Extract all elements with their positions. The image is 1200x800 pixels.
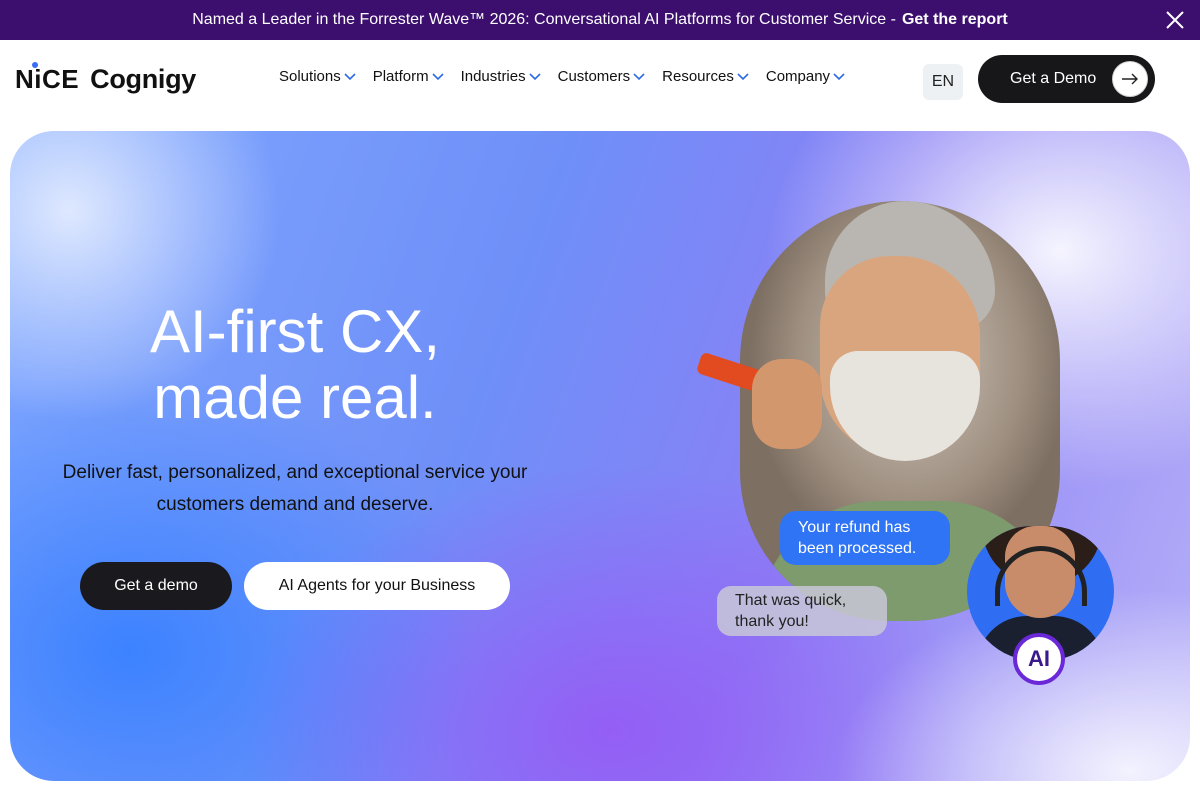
user-message-bubble: That was quick, thank you! (717, 586, 887, 636)
bot-message-bubble: Your refund has been processed. (780, 511, 950, 565)
chevron-down-icon (633, 72, 645, 80)
logo-nice: NiCE (15, 61, 80, 94)
chevron-down-icon (737, 72, 749, 80)
language-selector[interactable]: EN (923, 64, 963, 100)
nav-customers[interactable]: Customers (558, 68, 646, 85)
chevron-down-icon (432, 72, 444, 80)
ai-badge: AI (1013, 633, 1065, 685)
nav-company[interactable]: Company (766, 68, 845, 85)
chevron-down-icon (833, 72, 845, 80)
ai-agents-button[interactable]: AI Agents for your Business (244, 562, 510, 610)
nav-resources[interactable]: Resources (662, 68, 749, 85)
hero-title: AI-first CX, made real. (149, 298, 440, 431)
nav-industries[interactable]: Industries (461, 68, 541, 85)
get-report-link[interactable]: Get the report (902, 11, 1008, 29)
close-icon[interactable] (1164, 9, 1186, 31)
nav-solutions[interactable]: Solutions (279, 68, 356, 85)
main-nav: Solutions Platform Industries Customers … (279, 68, 862, 85)
hand-image (752, 359, 822, 449)
announcement-bar: Named a Leader in the Forrester Wave™ 20… (0, 0, 1200, 40)
site-header: NiCE Cognigy Solutions Platform Industri… (0, 40, 1200, 120)
hero-subtitle: Deliver fast, personalized, and exceptio… (62, 462, 528, 515)
nav-platform[interactable]: Platform (373, 68, 444, 85)
logo-cognigy: Cognigy (90, 63, 197, 94)
get-demo-label: Get a Demo (1010, 70, 1097, 87)
logo[interactable]: NiCE Cognigy (15, 61, 197, 96)
arrow-right-icon (1112, 61, 1148, 97)
get-a-demo-button[interactable]: Get a demo (80, 562, 232, 610)
get-demo-button[interactable]: Get a Demo (978, 55, 1155, 103)
chevron-down-icon (529, 72, 541, 80)
chevron-down-icon (344, 72, 356, 80)
hero-section: AI-first CX, made real. Deliver fast, pe… (10, 131, 1190, 781)
announcement-text: Named a Leader in the Forrester Wave™ 20… (192, 11, 896, 28)
